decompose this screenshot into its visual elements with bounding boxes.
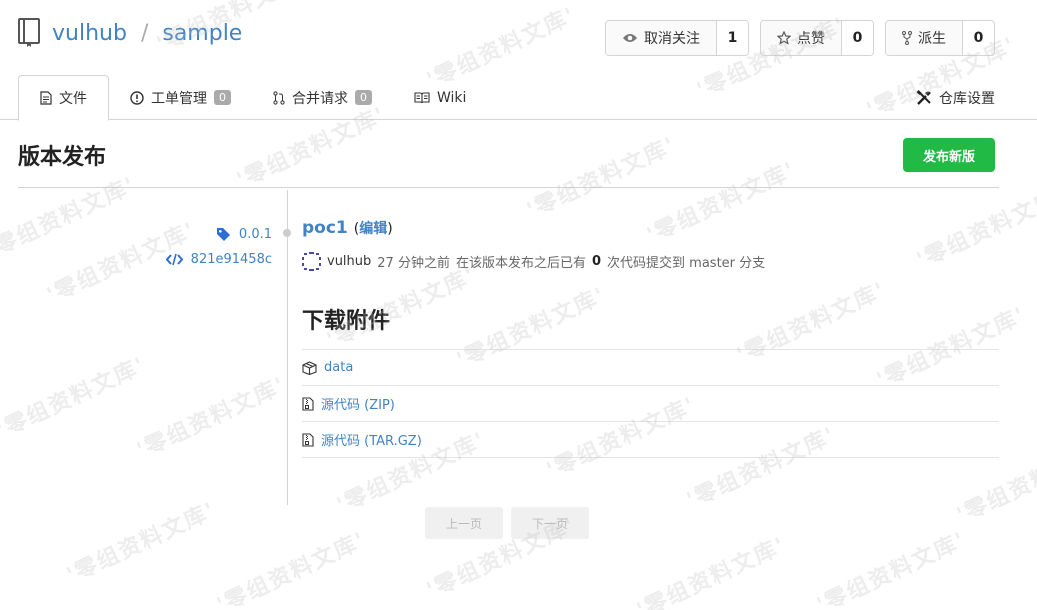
download-item: 源代码 (ZIP) xyxy=(302,386,999,422)
release-timeline xyxy=(287,190,288,505)
download-link-data[interactable]: data xyxy=(324,360,353,375)
release-meta: 0.0.1 821e91458c xyxy=(0,222,272,271)
repo-name-link[interactable]: sample xyxy=(162,21,242,46)
fork-button-group: 派生 0 xyxy=(885,20,995,56)
page-title: 版本发布 xyxy=(18,145,107,170)
release-edit-wrapper: (编辑) xyxy=(353,221,393,237)
repo-header: vulhub / sample 取消关注 1 点赞 0 派生 0 文件 工单管理… xyxy=(0,0,1037,121)
path-separator: / xyxy=(140,20,149,46)
heading-divider xyxy=(18,187,999,188)
release-tag: 0.0.1 xyxy=(238,226,272,242)
fork-label: 派生 xyxy=(918,31,946,47)
watermark-text: '零组资料文库' xyxy=(813,527,971,610)
star-label: 点赞 xyxy=(797,31,825,47)
git-pull-request-icon xyxy=(273,90,285,105)
download-link-targz[interactable]: 源代码 (TAR.GZ) xyxy=(321,430,422,449)
watermark-text: '零组资料文库' xyxy=(213,527,371,610)
package-icon xyxy=(302,360,317,375)
tab-settings[interactable]: 仓库设置 xyxy=(895,75,995,120)
star-button[interactable]: 点赞 xyxy=(761,21,842,55)
tab-files[interactable]: 文件 xyxy=(18,75,109,121)
tab-wiki-label: Wiki xyxy=(437,89,467,106)
eye-icon xyxy=(623,34,637,42)
commits-since-count: 0 xyxy=(591,254,602,269)
star-button-group: 点赞 0 xyxy=(760,20,874,56)
tab-pull-requests[interactable]: 合并请求 0 xyxy=(252,75,393,120)
stars-count[interactable]: 0 xyxy=(842,21,873,55)
star-icon xyxy=(777,31,791,45)
release-tag-link[interactable]: 0.0.1 xyxy=(0,222,272,246)
download-item: data xyxy=(302,350,999,386)
unwatch-label: 取消关注 xyxy=(644,31,700,47)
release-edit-link[interactable]: 编辑 xyxy=(359,221,387,237)
watchers-count[interactable]: 1 xyxy=(717,21,748,55)
prev-page-button[interactable]: 上一页 xyxy=(425,507,503,539)
pagination: 上一页 下一页 xyxy=(425,507,589,539)
file-text-icon xyxy=(40,91,52,105)
tab-settings-label: 仓库设置 xyxy=(939,90,995,107)
tab-issues-label: 工单管理 xyxy=(151,90,207,107)
repo-title: vulhub / sample xyxy=(18,18,242,48)
repo-tabs: 文件 工单管理 0 合并请求 0 Wiki 仓库设置 xyxy=(18,75,995,121)
forks-count[interactable]: 0 xyxy=(963,21,994,55)
book-icon xyxy=(414,91,430,103)
release-byline: vulhub 27 分钟之前 在该版本发布之后已有 0 次代码提交到 maste… xyxy=(302,252,999,271)
tab-issues[interactable]: 工单管理 0 xyxy=(109,75,252,120)
watermark-text: '零组资料文库' xyxy=(0,352,151,444)
release-name-link[interactable]: poc1 xyxy=(302,218,348,238)
avatar[interactable] xyxy=(302,252,321,271)
timeline-dot xyxy=(283,229,291,237)
download-link-zip[interactable]: 源代码 (ZIP) xyxy=(321,394,395,413)
pulls-count-badge: 0 xyxy=(355,90,372,105)
tab-files-label: 文件 xyxy=(59,91,87,107)
issues-count-badge: 0 xyxy=(214,90,231,105)
release-commit-sha: 821e91458c xyxy=(190,251,272,267)
watermark-text: '零组资料文库' xyxy=(633,532,791,610)
repo-owner-link[interactable]: vulhub xyxy=(52,21,127,46)
unwatch-button[interactable]: 取消关注 xyxy=(606,21,717,55)
release-tail-text: 次代码提交到 master 分支 xyxy=(607,256,766,271)
watermark-text: '零组资料文库' xyxy=(63,497,221,589)
release-author[interactable]: vulhub xyxy=(327,254,371,269)
unwatch-button-group: 取消关注 1 xyxy=(605,20,749,56)
release-detail: poc1 (编辑) vulhub 27 分钟之前 在该版本发布之后已有 0 次代… xyxy=(302,218,999,458)
watermark-text: '零组资料文库' xyxy=(133,372,291,464)
tag-icon xyxy=(216,227,230,241)
code-icon xyxy=(165,253,183,265)
release-commit-link[interactable]: 821e91458c xyxy=(0,247,272,271)
issue-opened-icon xyxy=(130,90,144,105)
file-zip-icon xyxy=(302,432,314,447)
next-page-button[interactable]: 下一页 xyxy=(511,507,589,539)
download-item: 源代码 (TAR.GZ) xyxy=(302,422,999,458)
release-title-row: poc1 (编辑) xyxy=(302,218,999,238)
releases-heading-bar: 版本发布 发布新版 xyxy=(18,138,995,172)
downloads-title: 下载附件 xyxy=(302,303,999,350)
file-zip-icon xyxy=(302,396,314,411)
repo-actions: 取消关注 1 点赞 0 派生 0 xyxy=(605,20,995,56)
tools-icon xyxy=(916,89,931,105)
tab-wiki[interactable]: Wiki xyxy=(393,75,487,120)
release-time: 27 分钟之前 xyxy=(377,256,450,271)
new-release-button[interactable]: 发布新版 xyxy=(902,138,995,172)
repo-book-icon xyxy=(18,18,40,47)
release-since-text: 在该版本发布之后已有 xyxy=(455,256,586,271)
tab-pulls-label: 合并请求 xyxy=(292,90,348,107)
fork-icon xyxy=(902,31,912,45)
fork-button[interactable]: 派生 xyxy=(886,21,963,55)
